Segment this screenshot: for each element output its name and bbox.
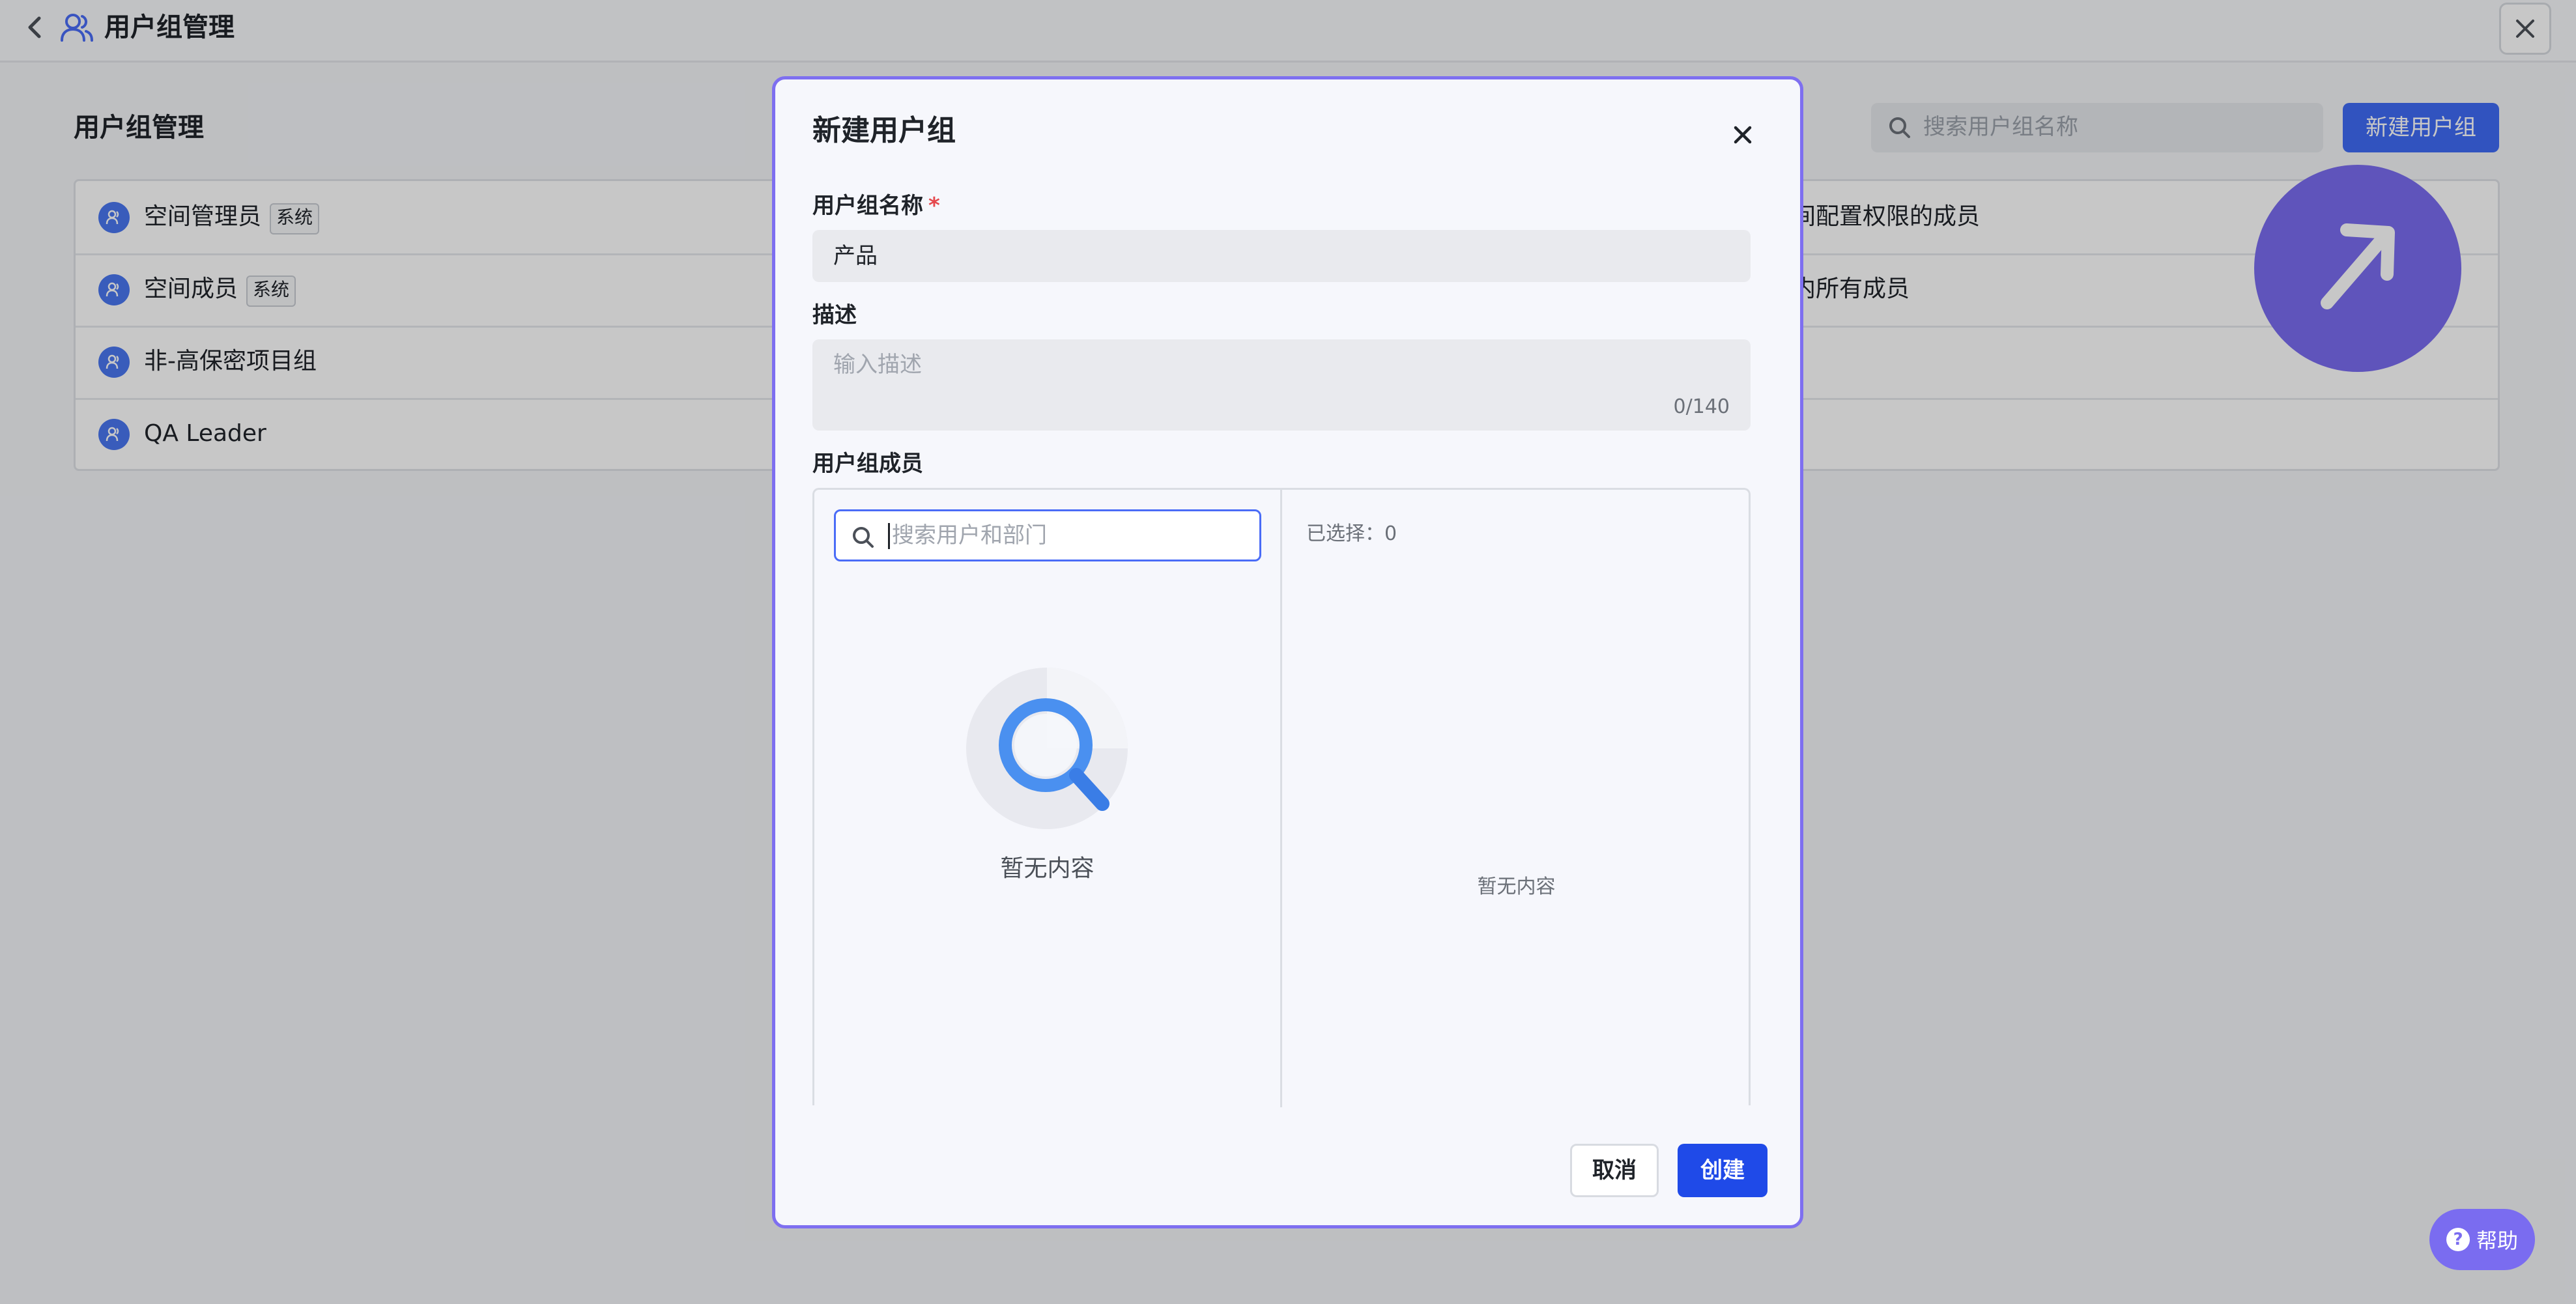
help-icon: ? [2446, 1228, 2470, 1251]
description-label: 描述 [812, 302, 857, 328]
description-placeholder: 输入描述 [833, 352, 922, 378]
help-button[interactable]: ? 帮助 [2429, 1209, 2535, 1270]
panel-divider [1280, 490, 1282, 1107]
dialog-title: 新建用户组 [812, 114, 956, 147]
cancel-button[interactable]: 取消 [1570, 1144, 1659, 1197]
empty-state-text: 暂无内容 [1000, 855, 1095, 882]
required-mark: * [928, 193, 940, 219]
member-search-placeholder: 搜索用户和部门 [892, 522, 1047, 548]
dialog-close-button[interactable] [1726, 119, 1759, 151]
empty-search-illustration [964, 666, 1130, 831]
create-button[interactable]: 创建 [1678, 1144, 1767, 1197]
close-icon [1734, 126, 1752, 144]
search-icon [853, 527, 874, 548]
help-label: 帮助 [2476, 1228, 2518, 1253]
name-label-text: 用户组名称 [812, 193, 923, 219]
description-textarea[interactable]: 输入描述 0/140 [812, 339, 1751, 431]
character-counter: 0/140 [1673, 395, 1730, 418]
create-group-dialog: 新建用户组 用户组名称 * 产品 描述 输入描述 0/140 用户组成员 搜索用户… [772, 76, 1803, 1228]
member-picker: 搜索用户和部门 暂无内容 已选择：0 暂无内容 [812, 488, 1751, 1107]
name-label: 用户组名称 * [812, 190, 940, 222]
selected-empty-text: 暂无内容 [1477, 875, 1556, 898]
selected-count: 已选择：0 [1306, 522, 1397, 545]
group-name-input[interactable]: 产品 [812, 230, 1751, 282]
member-search-input[interactable]: 搜索用户和部门 [834, 509, 1261, 561]
members-label: 用户组成员 [812, 451, 923, 477]
text-cursor [888, 523, 890, 549]
